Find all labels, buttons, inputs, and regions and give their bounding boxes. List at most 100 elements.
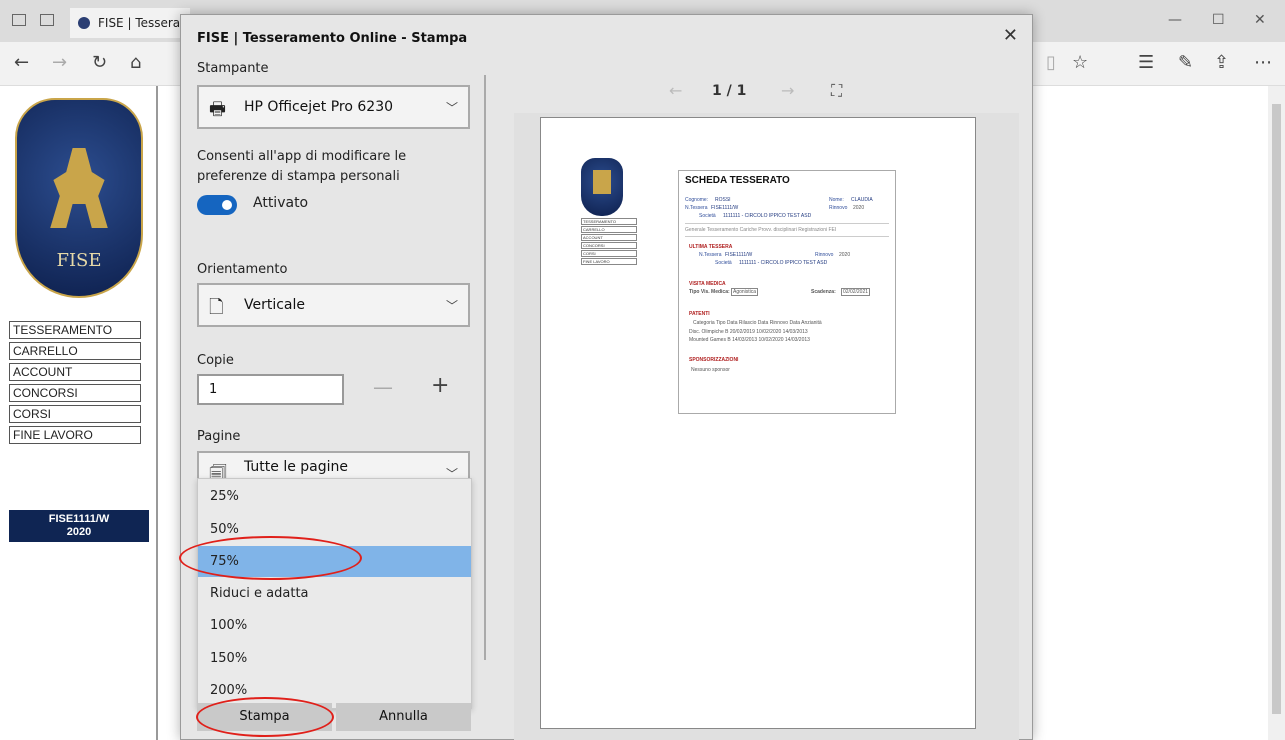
member-badge: FISE1111/W 2020 (9, 510, 149, 542)
scrollbar-thumb[interactable] (1272, 104, 1281, 714)
mini-menu-item: CARRELLO (581, 226, 637, 233)
patenti-row: Disc. Olimpiche B 20/02/2019 10/02/2020 … (689, 329, 808, 335)
printer-value: HP Officejet Pro 6230 (244, 99, 394, 115)
mini-menu-item: ACCOUNT (581, 234, 637, 241)
previous-page-icon[interactable]: ← (669, 81, 682, 100)
tessera-label: N.Tessera (685, 205, 708, 211)
horse-rider-icon (50, 148, 108, 228)
scale-option-100[interactable]: 100% (198, 610, 471, 641)
copies-decrement-button[interactable]: — (373, 375, 393, 399)
orientation-select[interactable]: 🗋 Verticale ﹀ (197, 283, 470, 327)
cognome-label: Cognome: (685, 197, 709, 203)
patenti-header: Categoria Tipo Data Rilascio Data Rinnov… (693, 320, 822, 326)
patenti-heading: PATENTI (689, 311, 710, 317)
back-icon[interactable]: ← (14, 52, 29, 73)
orientation-value: Verticale (244, 297, 306, 313)
societa-label: Società (699, 213, 716, 219)
page-sidebar: FISE TESSERAMENTO CARRELLO ACCOUNT CONCO… (0, 86, 158, 740)
pages-value: Tutte le pagine (244, 459, 349, 475)
patenti-row: Mounted Games B 14/03/2013 10/02/2020 14… (689, 337, 810, 343)
page-scrollbar[interactable] (1268, 86, 1285, 740)
next-page-icon[interactable]: → (781, 81, 794, 100)
minimize-icon[interactable]: — (1168, 12, 1182, 28)
close-icon[interactable]: ✕ (1003, 25, 1018, 46)
copies-increment-button[interactable]: + (431, 373, 449, 398)
societa2-label: Società (715, 260, 732, 266)
highlight-circle-print (196, 697, 334, 737)
home-icon[interactable]: ⌂ (130, 52, 141, 73)
mini-menu-item: CORSI (581, 250, 637, 257)
copies-input[interactable]: 1 (197, 374, 344, 405)
menu-item-tesseramento[interactable]: TESSERAMENTO (9, 321, 141, 339)
nome-value: CLAUDIA (851, 197, 873, 203)
nome-label: Nome: (829, 197, 844, 203)
share-icon[interactable]: ⇪ (1214, 52, 1229, 73)
orientation-label: Orientamento (197, 262, 288, 277)
scadenza-value: 02/02/2021 (841, 288, 871, 296)
browser-tab[interactable]: FISE | Tesseram (70, 8, 190, 38)
societa-value: 1111111 - CIRCOLO IPPICO TEST ASD (723, 213, 812, 219)
print-dialog: FISE | Tesseramento Online - Stampa ✕ St… (180, 14, 1033, 740)
rinnovo-value: 2020 (853, 205, 865, 211)
fise-logo: FISE (15, 98, 143, 298)
scale-dropdown: 25% 50% 75% Riduci e adatta 100% 150% 20… (197, 478, 472, 709)
tipo-visita-value: Agonistica (731, 288, 759, 296)
scale-option-150[interactable]: 150% (198, 643, 471, 674)
visita-heading: VISITA MEDICA (689, 281, 726, 287)
chevron-down-icon: ﹀ (445, 299, 458, 313)
forward-icon[interactable]: → (52, 52, 67, 73)
card-tabs: Generale Tesseramento Cariche Provv. dis… (685, 227, 837, 233)
toggle-knob (222, 200, 232, 210)
page-menu: TESSERAMENTO CARRELLO ACCOUNT CONCORSI C… (9, 321, 141, 447)
mini-horse-icon (593, 170, 611, 194)
badge-id: FISE1111/W (48, 513, 110, 525)
mini-menu: TESSERAMENTO CARRELLO ACCOUNT CONCORSI C… (581, 218, 637, 266)
sponsor-heading: SPONSORIZZAZIONI (689, 357, 739, 363)
rinnovo2-label: Rinnovo (815, 252, 834, 258)
card-title: SCHEDA TESSERATO (685, 175, 790, 186)
tessera2-label: N.Tessera (699, 252, 722, 258)
member-card: SCHEDA TESSERATO Cognome: ROSSI Nome: CL… (678, 170, 896, 414)
scadenza-label: Scadenza: (811, 289, 836, 295)
copies-label: Copie (197, 353, 234, 368)
favorites-icon[interactable]: ☰ (1138, 52, 1154, 73)
scale-option-25[interactable]: 25% (198, 481, 471, 512)
highlight-circle-75 (179, 536, 362, 580)
cognome-value: ROSSI (715, 197, 731, 203)
menu-item-account[interactable]: ACCOUNT (9, 363, 141, 381)
menu-item-fine-lavoro[interactable]: FINE LAVORO (9, 426, 141, 444)
badge-year: 2020 (66, 526, 92, 538)
tessera-value: FISE1111/W (711, 205, 739, 211)
menu-item-concorsi[interactable]: CONCORSI (9, 384, 141, 402)
chevron-down-icon: ﹀ (445, 101, 458, 115)
menu-item-carrello[interactable]: CARRELLO (9, 342, 141, 360)
preferences-toggle[interactable] (197, 195, 237, 215)
mini-menu-item: TESSERAMENTO (581, 218, 637, 225)
printer-select[interactable]: 🖶 HP Officejet Pro 6230 ﹀ (197, 85, 470, 129)
scale-option-fit[interactable]: Riduci e adatta (198, 578, 471, 609)
mini-menu-item: FINE LAVORO (581, 258, 637, 265)
printer-icon: 🖶 (209, 99, 226, 120)
refresh-icon[interactable]: ↻ (92, 52, 107, 73)
menu-item-corsi[interactable]: CORSI (9, 405, 141, 423)
maximize-icon[interactable]: ☐ (1212, 12, 1225, 28)
close-window-icon[interactable]: ✕ (1254, 12, 1266, 28)
settings-divider[interactable] (484, 75, 486, 660)
ultima-tessera-heading: ULTIMA TESSERA (689, 244, 733, 250)
cancel-button[interactable]: Annulla (336, 703, 471, 731)
rinnovo-label: Rinnovo (829, 205, 848, 211)
pen-icon[interactable]: ✎ (1178, 52, 1193, 73)
reading-view-icon[interactable]: ▯ (1046, 52, 1056, 73)
fullscreen-icon[interactable]: ⛶ (831, 81, 842, 101)
logo-text: FISE (56, 250, 102, 271)
tab-actions-icon[interactable] (12, 14, 26, 26)
printer-label: Stampante (197, 61, 269, 76)
tipo-visita-label: Tipo Vis. Medica: (689, 289, 730, 295)
preview-page: TESSERAMENTO CARRELLO ACCOUNT CONCORSI C… (540, 117, 976, 729)
card-divider (685, 236, 889, 237)
more-icon[interactable]: ⋯ (1254, 52, 1272, 73)
toggle-label: Attivato (253, 195, 309, 211)
tabs-aside-icon[interactable] (40, 14, 54, 26)
sponsor-value: Nessuno sponsor (691, 367, 730, 373)
favorite-icon[interactable]: ☆ (1072, 52, 1088, 73)
